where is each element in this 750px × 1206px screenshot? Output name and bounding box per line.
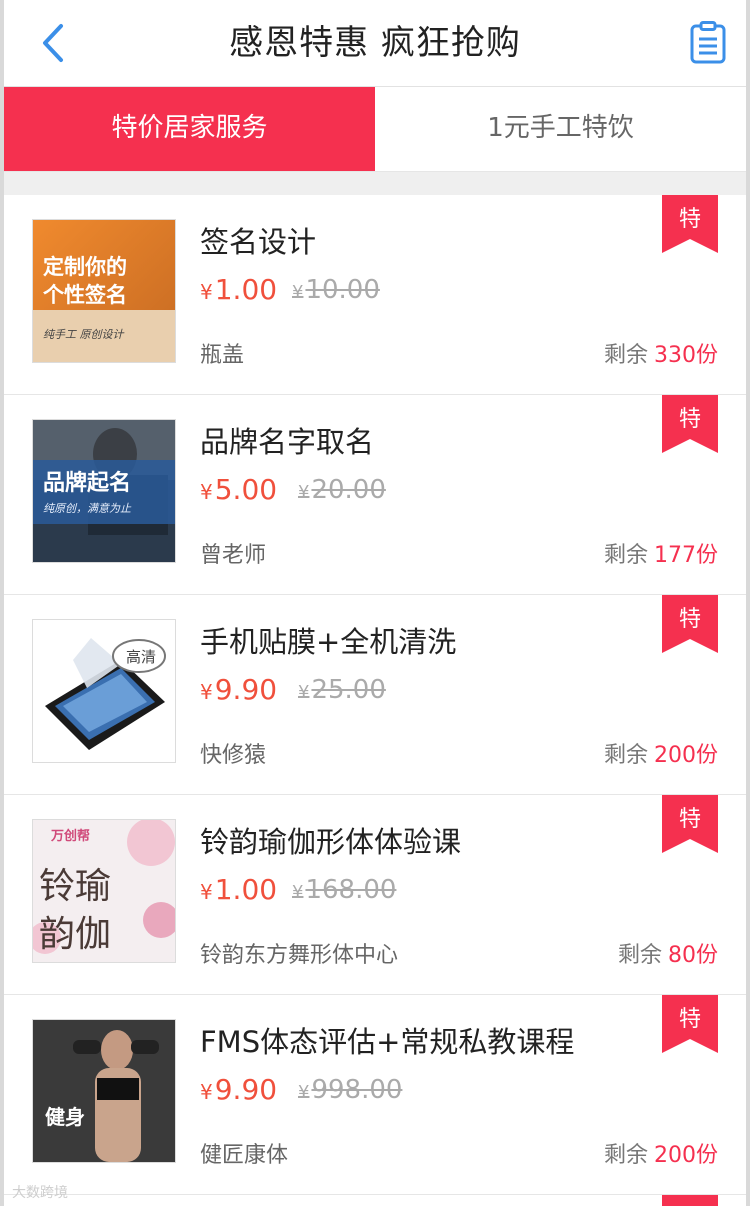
sale-price: ¥1.00 <box>200 273 278 306</box>
special-offer-badge: 特 <box>662 195 718 253</box>
svg-text:定制你的: 定制你的 <box>43 255 127 279</box>
category-tabs: 特价居家服务 1元手工特饮 <box>4 87 746 171</box>
svg-text:个性签名: 个性签名 <box>43 283 127 307</box>
deal-item[interactable]: 万创帮 铃瑜 韵伽 铃韵瑜伽形体体验课 ¥1.00 ¥168.00 铃韵东方舞形… <box>4 795 746 995</box>
deal-title: 品牌名字取名 <box>200 425 375 459</box>
seller-name: 瓶盖 <box>200 343 245 368</box>
stock-remaining: 剩余 330份 <box>603 343 718 368</box>
stock-remaining: 剩余 80份 <box>617 943 718 968</box>
svg-text:纯手工 原创设计: 纯手工 原创设计 <box>43 328 124 341</box>
seller-name: 曾老师 <box>200 543 267 568</box>
special-offer-badge: 特 <box>662 995 718 1053</box>
original-price: ¥998.00 <box>298 1075 403 1105</box>
product-thumbnail: 万创帮 铃瑜 韵伽 <box>32 819 176 963</box>
product-thumbnail: 健身 <box>32 1019 176 1163</box>
deal-item[interactable]: 健身 FMS体态评估+常规私教课程 ¥9.90 ¥998.00 健匠康体 剩余 2… <box>4 995 746 1195</box>
tab-home-services[interactable]: 特价居家服务 <box>4 87 375 171</box>
product-thumbnail: 品牌起名 纯原创，满意为止 <box>32 419 176 563</box>
deal-item[interactable]: 定制你的 个性签名 纯手工 原创设计 签名设计 ¥1.00 ¥10.00 瓶盖 … <box>4 195 746 395</box>
svg-text:纯原创，满意为止: 纯原创，满意为止 <box>43 502 132 515</box>
deal-item[interactable]: 品牌起名 纯原创，满意为止 品牌名字取名 ¥5.00 ¥20.00 曾老师 剩余… <box>4 395 746 595</box>
sale-price: ¥1.00 <box>200 873 278 906</box>
deal-list: 定制你的 个性签名 纯手工 原创设计 签名设计 ¥1.00 ¥10.00 瓶盖 … <box>4 195 746 1206</box>
original-price: ¥168.00 <box>292 875 397 905</box>
deal-title: 手机贴膜+全机清洗 <box>200 625 457 659</box>
deal-item[interactable]: 高清 手机贴膜+全机清洗 ¥9.90 ¥25.00 快修猿 剩余 200份 特 <box>4 595 746 795</box>
stock-remaining: 剩余 200份 <box>603 1143 718 1168</box>
original-price: ¥25.00 <box>298 675 386 705</box>
svg-text:高清: 高清 <box>126 648 156 666</box>
seller-name: 健匠康体 <box>200 1143 289 1168</box>
svg-text:韵伽: 韵伽 <box>39 914 111 955</box>
deal-title: 铃韵瑜伽形体体验课 <box>200 825 462 859</box>
order-list-button[interactable] <box>688 21 728 65</box>
seller-name: 快修猿 <box>200 743 267 768</box>
deal-title: 签名设计 <box>200 225 317 259</box>
svg-text:万创帮: 万创帮 <box>50 828 90 844</box>
special-offer-badge <box>662 1195 718 1206</box>
seller-name: 铃韵东方舞形体中心 <box>200 943 399 968</box>
special-offer-badge: 特 <box>662 595 718 653</box>
section-divider <box>4 171 746 196</box>
original-price: ¥10.00 <box>292 275 380 305</box>
sale-price: ¥9.90 <box>200 1073 278 1106</box>
sale-price: ¥9.90 <box>200 673 278 706</box>
special-offer-badge: 特 <box>662 795 718 853</box>
special-offer-badge: 特 <box>662 395 718 453</box>
product-thumbnail: 定制你的 个性签名 纯手工 原创设计 <box>32 219 176 363</box>
clipboard-list-icon <box>690 21 726 64</box>
product-thumbnail: 高清 <box>32 619 176 763</box>
app-screen: 感恩特惠 疯狂抢购 特价居家服务 1元手工特饮 定制你的 个性签名 纯手工 原创… <box>4 0 746 1206</box>
nav-bar: 感恩特惠 疯狂抢购 <box>4 0 746 87</box>
page-title: 感恩特惠 疯狂抢购 <box>229 23 521 63</box>
watermark: 大数跨境 <box>12 1185 68 1201</box>
deal-item-peek <box>4 1195 746 1206</box>
stock-remaining: 剩余 200份 <box>603 743 718 768</box>
deal-title: FMS体态评估+常规私教课程 <box>200 1025 575 1059</box>
sale-price: ¥5.00 <box>200 473 278 506</box>
svg-text:铃瑜: 铃瑜 <box>39 866 111 907</box>
original-price: ¥20.00 <box>298 475 386 505</box>
stock-remaining: 剩余 177份 <box>603 543 718 568</box>
svg-text:健身: 健身 <box>45 1105 85 1129</box>
svg-text:品牌起名: 品牌起名 <box>43 470 131 496</box>
tab-handmade-drinks[interactable]: 1元手工特饮 <box>375 87 746 171</box>
